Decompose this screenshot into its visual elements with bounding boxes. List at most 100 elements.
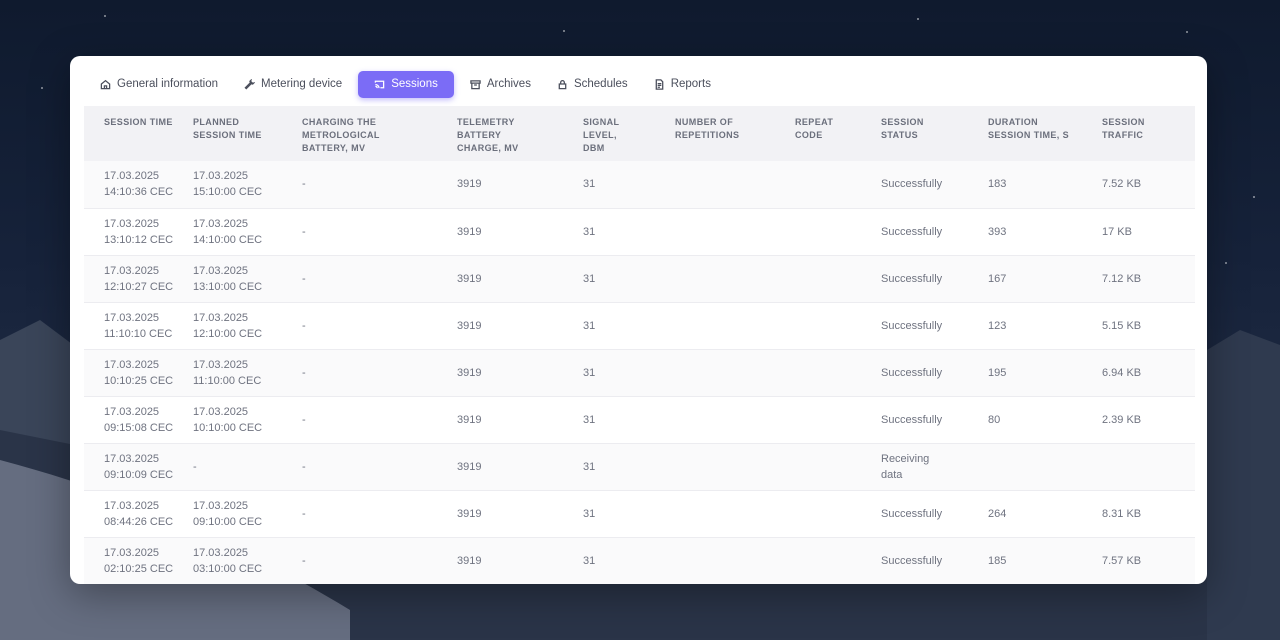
session-date: 17.03.2025 bbox=[104, 358, 160, 371]
planned-date: 17.03.2025 bbox=[193, 358, 249, 371]
repetitions-cell bbox=[675, 537, 795, 584]
column-header[interactable]: SESSION TIME bbox=[84, 106, 193, 161]
traffic-cell: 7.52 KB bbox=[1102, 178, 1142, 191]
repeat-code-cell bbox=[795, 302, 881, 349]
traffic-cell: 5.15 KB bbox=[1102, 319, 1142, 332]
column-header[interactable]: REPEAT CODE bbox=[795, 106, 881, 161]
column-header[interactable]: SESSION STATUS bbox=[881, 106, 988, 161]
traffic-cell: 7.57 KB bbox=[1102, 554, 1142, 567]
planned-time-cell: 17.03.2025 10:10:00 CEC bbox=[193, 396, 302, 443]
column-header[interactable]: DURATION SESSION TIME, S bbox=[988, 106, 1102, 161]
telemetry-battery-cell: 3919 bbox=[457, 225, 482, 238]
table-row[interactable]: 17.03.2025 13:10:12 CEC 17.03.2025 14:10… bbox=[84, 208, 1195, 255]
traffic-cell: 6.94 KB bbox=[1102, 366, 1142, 379]
signal-level-cell: 31 bbox=[583, 178, 596, 191]
session-date: 17.03.2025 bbox=[104, 311, 160, 324]
session-clock: 09:15:08 CEC bbox=[104, 421, 174, 434]
signal-level-cell: 31 bbox=[583, 460, 596, 473]
duration-cell: 183 bbox=[988, 178, 1007, 191]
planned-time-cell: 17.03.2025 11:10:00 CEC bbox=[193, 349, 302, 396]
tab-label: Metering device bbox=[261, 78, 343, 90]
tab-label: General information bbox=[117, 78, 218, 90]
signal-level-cell: 31 bbox=[583, 554, 596, 567]
signal-level-cell: 31 bbox=[583, 319, 596, 332]
telemetry-battery-cell: 3919 bbox=[457, 507, 482, 520]
metro-battery-cell: - bbox=[302, 460, 306, 473]
duration-cell bbox=[988, 443, 1102, 490]
telemetry-battery-cell: 3919 bbox=[457, 460, 482, 473]
table-row[interactable]: 17.03.2025 12:10:27 CEC 17.03.2025 13:10… bbox=[84, 255, 1195, 302]
signal-level-cell: 31 bbox=[583, 366, 596, 379]
planned-date: 17.03.2025 bbox=[193, 499, 249, 512]
telemetry-battery-cell: 3919 bbox=[457, 554, 482, 567]
session-date: 17.03.2025 bbox=[104, 452, 160, 465]
session-status-cell: Successfully bbox=[881, 272, 943, 285]
wrench-icon bbox=[244, 78, 255, 90]
tab-sessions[interactable]: Sessions bbox=[358, 70, 454, 98]
table-row[interactable]: 17.03.2025 14:10:36 CEC 17.03.2025 15:10… bbox=[84, 161, 1195, 208]
column-header[interactable]: PLANNED SESSION TIME bbox=[193, 106, 302, 161]
session-date: 17.03.2025 bbox=[104, 264, 160, 277]
planned-time-cell: 17.03.2025 14:10:00 CEC bbox=[193, 208, 302, 255]
planned-date: 17.03.2025 bbox=[193, 546, 249, 559]
duration-cell: 123 bbox=[988, 319, 1007, 332]
session-time-cell: 17.03.2025 13:10:12 CEC bbox=[84, 208, 193, 255]
repetitions-cell bbox=[675, 302, 795, 349]
column-header[interactable]: NUMBER OF REPETITIONS bbox=[675, 106, 795, 161]
planned-date: 17.03.2025 bbox=[193, 311, 249, 324]
session-clock: 02:10:25 CEC bbox=[104, 562, 174, 575]
session-clock: 08:44:26 CEC bbox=[104, 515, 174, 528]
tab-schedules[interactable]: Schedules bbox=[547, 71, 638, 98]
signal-level-cell: 31 bbox=[583, 272, 596, 285]
session-time-cell: 17.03.2025 02:10:25 CEC bbox=[84, 537, 193, 584]
tab-archives[interactable]: Archives bbox=[460, 71, 541, 98]
session-status-cell: Successfully bbox=[881, 225, 943, 238]
home-icon bbox=[100, 79, 111, 89]
telemetry-battery-cell: 3919 bbox=[457, 272, 482, 285]
session-time-cell: 17.03.2025 09:15:08 CEC bbox=[84, 396, 193, 443]
tab-reports[interactable]: Reports bbox=[644, 71, 721, 98]
table-row[interactable]: 17.03.2025 09:15:08 CEC 17.03.2025 10:10… bbox=[84, 396, 1195, 443]
repeat-code-cell bbox=[795, 537, 881, 584]
column-header[interactable]: TELEMETRY BATTERY CHARGE, MV bbox=[457, 106, 583, 161]
table-row[interactable]: 17.03.2025 02:10:25 CEC 17.03.2025 03:10… bbox=[84, 537, 1195, 584]
column-header[interactable]: CHARGING THE METROLOGICAL BATTERY, MV bbox=[302, 106, 457, 161]
table-row[interactable]: 17.03.2025 10:10:25 CEC 17.03.2025 11:10… bbox=[84, 349, 1195, 396]
tab-label: Schedules bbox=[573, 78, 628, 90]
table-row[interactable]: 17.03.2025 09:10:09 CEC - - 3919 31 Rece… bbox=[84, 443, 1195, 490]
metro-battery-cell: - bbox=[302, 178, 306, 191]
metro-battery-cell: - bbox=[302, 366, 306, 379]
traffic-cell: 2.39 KB bbox=[1102, 413, 1142, 426]
table-header-row: SESSION TIME PLANNED SESSION TIME CHARGI… bbox=[84, 106, 1195, 161]
repetitions-cell bbox=[675, 349, 795, 396]
repeat-code-cell bbox=[795, 161, 881, 208]
session-status-cell: Receiving data bbox=[881, 452, 930, 481]
planned-clock: 15:10:00 CEC bbox=[193, 186, 263, 199]
table-row[interactable]: 17.03.2025 08:44:26 CEC 17.03.2025 09:10… bbox=[84, 490, 1195, 537]
planned-time-cell: 17.03.2025 13:10:00 CEC bbox=[193, 255, 302, 302]
session-time-cell: 17.03.2025 11:10:10 CEC bbox=[84, 302, 193, 349]
metro-battery-cell: - bbox=[302, 554, 306, 567]
planned-clock: 03:10:00 CEC bbox=[193, 562, 263, 575]
column-header[interactable]: SIGNAL LEVEL, DBM bbox=[583, 106, 675, 161]
tab-general-information[interactable]: General information bbox=[90, 71, 228, 98]
table-row[interactable]: 17.03.2025 11:10:10 CEC 17.03.2025 12:10… bbox=[84, 302, 1195, 349]
session-time-cell: 17.03.2025 14:10:36 CEC bbox=[84, 161, 193, 208]
repetitions-cell bbox=[675, 255, 795, 302]
session-clock: 09:10:09 CEC bbox=[104, 468, 174, 481]
metro-battery-cell: - bbox=[302, 319, 306, 332]
session-time-cell: 17.03.2025 08:44:26 CEC bbox=[84, 490, 193, 537]
planned-clock: 12:10:00 CEC bbox=[193, 327, 263, 340]
planned-clock: 09:10:00 CEC bbox=[193, 515, 263, 528]
tab-label: Sessions bbox=[391, 78, 438, 90]
repetitions-cell bbox=[675, 443, 795, 490]
column-header[interactable]: SESSION TRAFFIC bbox=[1102, 106, 1195, 161]
tab-metering-device[interactable]: Metering device bbox=[234, 71, 352, 98]
session-clock: 14:10:36 CEC bbox=[104, 186, 174, 199]
repeat-code-cell bbox=[795, 396, 881, 443]
repetitions-cell bbox=[675, 161, 795, 208]
repeat-code-cell bbox=[795, 208, 881, 255]
metro-battery-cell: - bbox=[302, 225, 306, 238]
telemetry-battery-cell: 3919 bbox=[457, 319, 482, 332]
traffic-cell: 8.31 KB bbox=[1102, 507, 1142, 520]
